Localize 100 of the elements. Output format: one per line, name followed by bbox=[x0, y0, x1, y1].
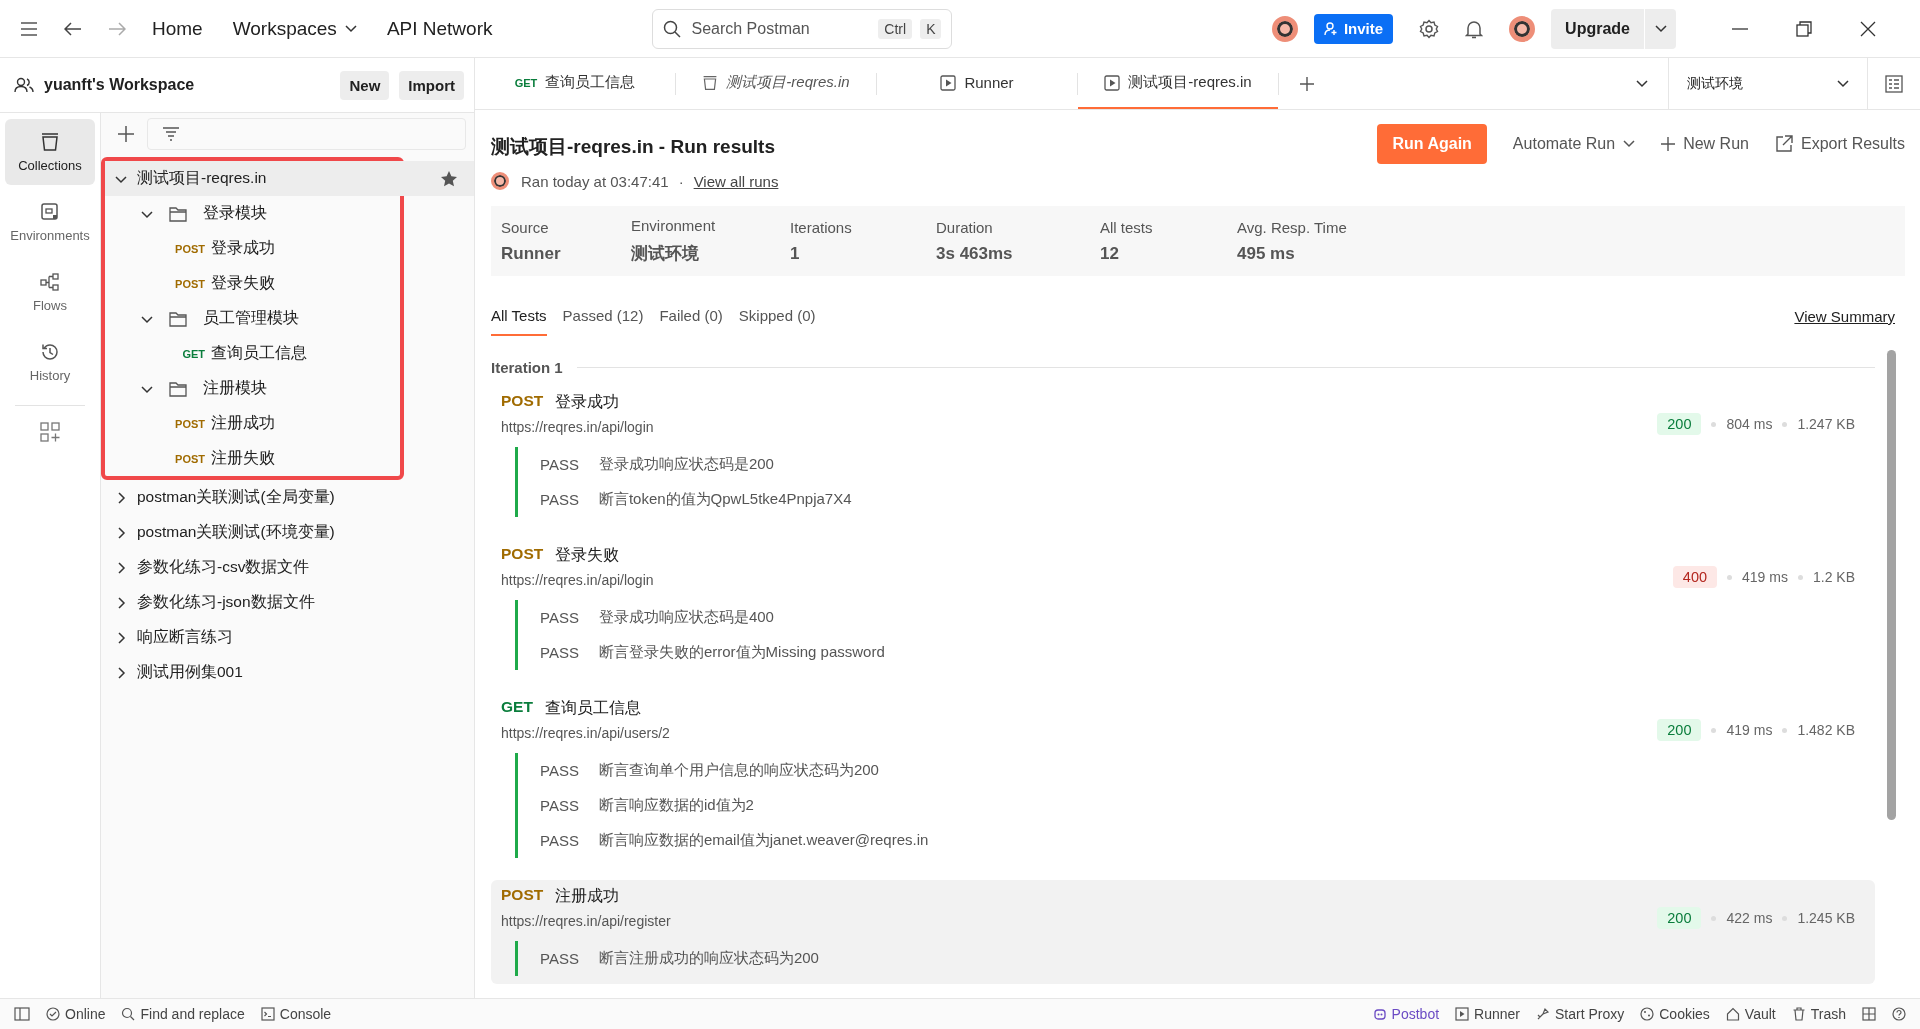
summary-value: 12 bbox=[1100, 243, 1120, 264]
automate-run-button[interactable]: Automate Run bbox=[1512, 124, 1636, 164]
avatar-icon bbox=[491, 172, 509, 190]
filter-tab[interactable]: Failed (0) bbox=[659, 296, 723, 336]
close-icon[interactable] bbox=[1860, 20, 1876, 37]
editor-tab[interactable]: 测试项目-reqres.in bbox=[1078, 58, 1278, 109]
search-box[interactable]: Search Postman Ctrl K bbox=[652, 8, 953, 49]
response-time: 419 ms bbox=[1726, 722, 1773, 738]
avatar-icon[interactable] bbox=[1509, 15, 1536, 42]
plus-icon[interactable] bbox=[117, 125, 135, 143]
view-all-runs-link[interactable]: View all runs bbox=[693, 172, 779, 190]
workspace-button[interactable]: Import bbox=[399, 70, 464, 100]
sidebar-tab[interactable]: Collections bbox=[5, 119, 95, 185]
add-apps-icon[interactable] bbox=[40, 422, 60, 442]
avatar-icon[interactable] bbox=[1271, 15, 1298, 42]
environment-dropdown[interactable]: 测试环境 bbox=[1668, 58, 1868, 109]
request-item[interactable]: GET 查询员工信息 bbox=[105, 336, 400, 371]
nav-link[interactable]: Home bbox=[152, 17, 203, 40]
filter-tab[interactable]: Skipped (0) bbox=[738, 296, 816, 336]
trash-can-icon bbox=[40, 131, 60, 152]
play-icon bbox=[940, 74, 957, 91]
test-result: PASS bbox=[540, 762, 579, 779]
sidebar-tab[interactable]: History bbox=[5, 329, 95, 395]
status-bar-item[interactable]: Cookies bbox=[1640, 1006, 1710, 1022]
status-bar-item[interactable]: Start Proxy bbox=[1536, 1006, 1625, 1022]
dropdown-button[interactable] bbox=[1644, 8, 1676, 49]
new-run-button[interactable]: New Run bbox=[1661, 124, 1749, 164]
editor-tab[interactable]: 测试项目-reqres.in bbox=[676, 58, 876, 109]
play-icon bbox=[1455, 1007, 1470, 1021]
restore-icon[interactable] bbox=[1796, 20, 1812, 37]
scrollbar-thumb[interactable] bbox=[1887, 350, 1896, 820]
back-arrow-icon[interactable] bbox=[64, 21, 82, 36]
status-bar-item[interactable]: Postbot bbox=[1372, 1006, 1440, 1022]
folder-item[interactable]: 注册模块 bbox=[105, 371, 400, 406]
minimize-icon[interactable] bbox=[1732, 27, 1748, 30]
editor-tab[interactable]: Runner bbox=[877, 58, 1077, 109]
workspace-button[interactable]: New bbox=[340, 70, 390, 100]
plus-icon bbox=[1661, 137, 1676, 151]
request-item[interactable]: POST 注册成功 bbox=[105, 406, 400, 441]
plus-icon[interactable] bbox=[1299, 75, 1315, 92]
export-icon bbox=[1774, 135, 1793, 153]
collection-item[interactable]: 参数化练习-csv数据文件 bbox=[101, 550, 474, 585]
test-name: 断言注册成功的响应状态码为200 bbox=[598, 949, 819, 968]
sidebar-tab[interactable]: Environments bbox=[5, 189, 95, 255]
sidebar-toggle-icon[interactable] bbox=[14, 1007, 30, 1021]
bell-icon[interactable] bbox=[1465, 18, 1484, 39]
status-code: 200 bbox=[1657, 413, 1702, 435]
status-bar-item[interactable]: Console bbox=[260, 1006, 332, 1022]
filter-tab[interactable]: Passed (12) bbox=[562, 296, 644, 336]
play-icon bbox=[1104, 74, 1121, 91]
status-bar-item[interactable]: Runner bbox=[1455, 1006, 1520, 1022]
search-input[interactable]: Search Postman bbox=[689, 18, 871, 39]
invite-button[interactable]: Invite bbox=[1313, 13, 1394, 44]
folder-item[interactable]: 员工管理模块 bbox=[105, 301, 400, 336]
grid-icon[interactable] bbox=[1862, 1007, 1876, 1021]
test-result: PASS bbox=[540, 644, 579, 661]
document-icon[interactable] bbox=[1884, 73, 1904, 94]
nav-link[interactable]: API Network bbox=[386, 17, 493, 40]
filter-field[interactable] bbox=[147, 118, 466, 150]
status-code: 200 bbox=[1657, 907, 1702, 929]
collection-item[interactable]: 响应断言练习 bbox=[101, 620, 474, 655]
chevron-down-icon[interactable] bbox=[1636, 79, 1648, 88]
shortcut-key: K bbox=[920, 18, 942, 39]
add-person-icon bbox=[1323, 21, 1338, 36]
collection-item[interactable]: 测试用例集001 bbox=[101, 655, 474, 690]
collection-item[interactable]: postman关联测试(环境变量) bbox=[101, 515, 474, 550]
search-icon bbox=[663, 19, 682, 38]
request-name: 登录成功 bbox=[555, 392, 620, 412]
star-icon[interactable] bbox=[440, 169, 458, 188]
status-bar-item[interactable]: Trash bbox=[1791, 1006, 1846, 1022]
filter-tab[interactable]: All Tests bbox=[491, 296, 547, 336]
request-url: https://reqres.in/api/login bbox=[501, 572, 655, 588]
sidebar-tab[interactable]: Flows bbox=[5, 259, 95, 325]
summary-label: Source bbox=[501, 218, 550, 236]
collection-item[interactable]: 测试项目-reqres.in bbox=[105, 161, 474, 196]
nav-link[interactable]: Workspaces bbox=[232, 17, 357, 40]
request-item[interactable]: POST 登录失败 bbox=[105, 266, 400, 301]
editor-tab[interactable]: GET 查询员工信息 bbox=[475, 58, 675, 109]
folder-icon bbox=[169, 380, 187, 397]
upgrade-button[interactable]: Upgrade bbox=[1551, 8, 1644, 49]
menu-icon[interactable] bbox=[20, 21, 38, 36]
request-item[interactable]: POST 注册失败 bbox=[105, 441, 400, 476]
chevron-right-icon bbox=[115, 596, 127, 609]
status-bar-item[interactable]: Find and replace bbox=[121, 1006, 245, 1022]
request-method: GET bbox=[501, 698, 533, 717]
status-code: 400 bbox=[1672, 566, 1718, 588]
collection-item[interactable]: postman关联测试(全局变量) bbox=[101, 480, 474, 515]
history-icon bbox=[40, 341, 60, 362]
view-summary-link[interactable]: View Summary bbox=[1794, 307, 1895, 325]
collection-item[interactable]: 参数化练习-json数据文件 bbox=[101, 585, 474, 620]
help-icon[interactable] bbox=[1892, 1007, 1906, 1021]
trash-can-icon bbox=[702, 74, 719, 91]
summary-label: Iterations bbox=[790, 218, 853, 236]
settings-icon[interactable] bbox=[1419, 18, 1440, 39]
chevron-right-icon bbox=[115, 526, 127, 539]
export-results-button[interactable]: Export Results bbox=[1774, 124, 1905, 164]
status-bar-item[interactable]: Vault bbox=[1725, 1006, 1776, 1022]
request-item[interactable]: POST 登录成功 bbox=[105, 231, 400, 266]
status-bar-item[interactable]: Online bbox=[46, 1006, 106, 1022]
folder-item[interactable]: 登录模块 bbox=[105, 196, 400, 231]
